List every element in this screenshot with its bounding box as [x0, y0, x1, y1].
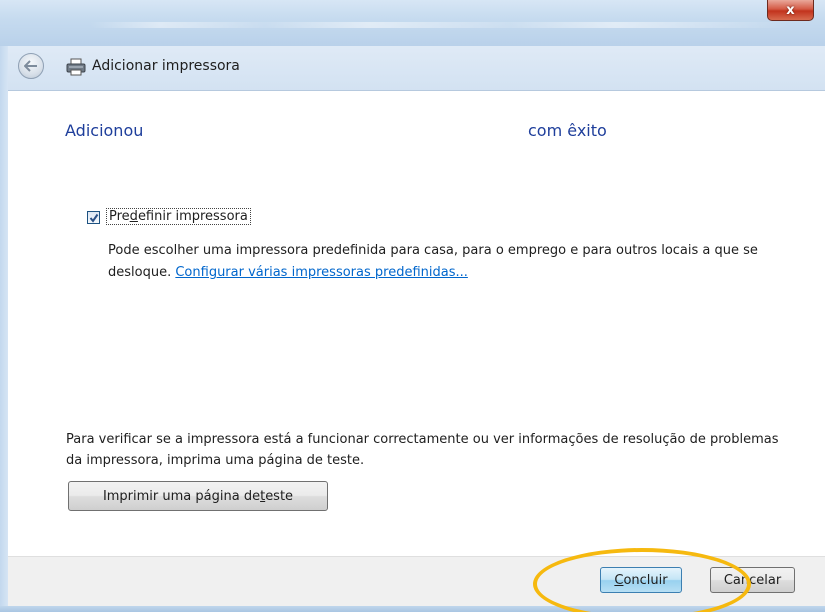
back-button[interactable]: [18, 53, 44, 79]
test-page-info: Para verificar se a impressora está a fu…: [66, 432, 779, 468]
close-button[interactable]: x: [767, 0, 814, 21]
cancel-label: Cancelar: [723, 572, 782, 588]
checkmark-icon: [89, 213, 98, 223]
finish-button[interactable]: Concluir: [600, 567, 682, 593]
back-arrow-icon: [24, 60, 37, 72]
success-heading-start: Adicionou: [65, 121, 144, 140]
default-printer-checkbox[interactable]: [87, 211, 100, 224]
test-button-prefix: Imprimir uma página de: [102, 488, 261, 504]
finish-accelerator: C: [614, 572, 624, 588]
cancel-button[interactable]: Cancelar: [710, 567, 795, 593]
finish-label-suffix: oncluir: [623, 572, 668, 588]
default-printer-label[interactable]: Predefinir impressora: [106, 208, 251, 225]
window-frame-bottom: [0, 606, 825, 612]
success-heading-end: com êxito: [528, 121, 607, 140]
button-bar: Concluir Cancelar: [8, 556, 825, 608]
test-button-suffix: este: [265, 488, 294, 504]
window-frame-left: [0, 46, 8, 612]
wizard-content: Adicionou com êxito Predefinir impressor…: [8, 91, 825, 556]
title-bar[interactable]: x: [0, 0, 825, 46]
close-icon: x: [786, 2, 795, 18]
print-test-page-button[interactable]: Imprimir uma página de t este: [68, 481, 328, 511]
window-title: Adicionar impressora: [92, 58, 240, 74]
configure-default-printers-link[interactable]: Configurar várias impressoras predefinid…: [175, 265, 468, 280]
title-bar-glass: [90, 22, 790, 28]
default-printer-description: Pode escolher uma impressora predefinida…: [108, 240, 768, 284]
navigation-bar: Adicionar impressora: [8, 46, 825, 91]
printer-icon: [66, 58, 86, 76]
label-prefix: Pre: [109, 209, 130, 224]
label-accelerator: d: [129, 209, 138, 224]
add-printer-window: x Adicionar impressora Adicionou com êxi…: [0, 0, 825, 612]
label-suffix: efinir impressora: [137, 209, 248, 224]
